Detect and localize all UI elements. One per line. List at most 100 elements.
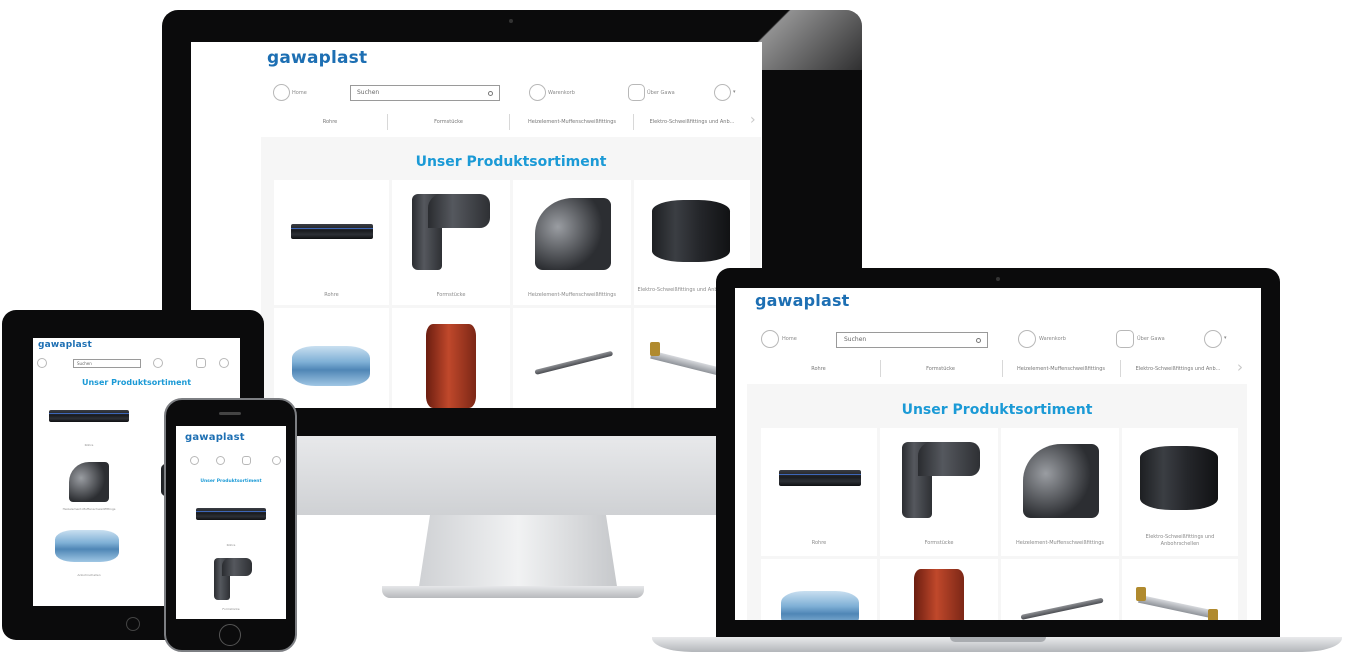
site-logo[interactable]: gawaplast	[38, 340, 92, 350]
category-heizelement[interactable]: Heizelement-Muffenschweißfittings	[513, 119, 631, 125]
product-label: Elektro-Schweißfittings und Anbohrschell…	[1145, 534, 1215, 547]
category-rohre[interactable]: Rohre	[761, 366, 876, 372]
product-image-rod	[1020, 597, 1104, 620]
desktop-screen: gawaplast Home Suchen Warenkorb Über Gaw…	[191, 42, 762, 408]
page-title: Unser Produktsortiment	[81, 378, 192, 387]
site-logo[interactable]: gawaplast	[755, 291, 850, 310]
nav-cart[interactable]: Warenkorb	[548, 90, 575, 96]
product-label: Rohre	[811, 540, 827, 546]
product-card[interactable]: Heizelement-Muffenschweißfittings	[39, 456, 139, 520]
product-card[interactable]	[1122, 559, 1238, 620]
product-label: Heizelement-Muffenschweißfittings	[62, 507, 116, 511]
category-elektro[interactable]: Elektro-Schweißfittings und Anb...	[1123, 366, 1233, 372]
account-icon[interactable]	[1204, 330, 1222, 348]
cart-icon[interactable]	[529, 84, 546, 101]
product-image-pipe	[49, 410, 129, 422]
laptop-notch	[950, 637, 1046, 642]
chevron-right-icon[interactable]: ›	[750, 112, 756, 128]
cart-icon[interactable]	[1018, 330, 1036, 348]
cart-icon[interactable]	[216, 456, 225, 465]
product-image-sleeve	[652, 200, 730, 262]
laptop-screen: gawaplast Home Suchen Warenkorb Über Gaw…	[735, 288, 1261, 620]
account-caret[interactable]: ▾	[1224, 335, 1227, 341]
nav-home[interactable]: Home	[782, 336, 797, 342]
nav-cart[interactable]: Warenkorb	[1039, 336, 1066, 342]
tablet-home-button	[126, 617, 140, 631]
nav-home[interactable]: Home	[292, 90, 307, 96]
category-divider	[1002, 360, 1003, 377]
account-icon[interactable]	[272, 456, 281, 465]
about-icon[interactable]	[242, 456, 251, 465]
product-image-elbow-arm	[918, 442, 980, 476]
search-input[interactable]: Suchen	[350, 85, 500, 101]
page-title: Unser Produktsortiment	[901, 402, 1093, 418]
search-input[interactable]: Suchen	[836, 332, 988, 348]
product-image-red-fitting	[914, 569, 964, 620]
product-card[interactable]: Heizelement-Muffenschweißfittings	[513, 180, 631, 305]
monitor-stand-neck	[418, 515, 618, 593]
product-card[interactable]: Rohre	[39, 394, 139, 454]
product-card[interactable]: Anbohrschellen	[39, 522, 139, 586]
cart-icon[interactable]	[153, 358, 163, 368]
category-elektro[interactable]: Elektro-Schweißfittings und Anb...	[636, 119, 748, 125]
product-label: Heizelement-Muffenschweißfittings	[1015, 540, 1105, 546]
search-input[interactable]: Suchen	[73, 359, 141, 368]
product-card[interactable]: Rohre	[186, 492, 276, 552]
nav-about[interactable]: Über Gawa	[1137, 336, 1165, 342]
chevron-right-icon[interactable]: ›	[1237, 358, 1243, 376]
laptop-camera	[996, 277, 1000, 281]
product-card[interactable]: Formstücke	[392, 180, 510, 305]
about-icon[interactable]	[196, 358, 206, 368]
search-icon[interactable]	[976, 338, 981, 343]
category-divider	[387, 114, 388, 130]
product-image-elbow-arm	[428, 194, 490, 228]
product-label: Formstücke	[924, 540, 954, 546]
product-card[interactable]	[761, 559, 877, 620]
product-label: Rohre	[324, 292, 339, 298]
product-image-fitting	[535, 198, 611, 270]
site-logo[interactable]: gawaplast	[267, 48, 367, 68]
product-image-valve	[1136, 587, 1146, 601]
category-heizelement[interactable]: Heizelement-Muffenschweißfittings	[1004, 366, 1118, 372]
product-image-pipe	[196, 508, 266, 520]
home-icon[interactable]	[273, 84, 290, 101]
account-icon[interactable]	[714, 84, 731, 101]
account-caret[interactable]: ▾	[733, 89, 736, 95]
product-label: Rohre	[84, 443, 94, 447]
product-card[interactable]	[880, 559, 998, 620]
product-image-valve	[650, 342, 660, 356]
product-card[interactable]	[392, 308, 510, 408]
about-icon[interactable]	[628, 84, 645, 101]
product-label: Formstücke	[222, 607, 240, 611]
product-card[interactable]: Formstücke	[880, 428, 998, 556]
about-icon[interactable]	[1116, 330, 1134, 348]
home-icon[interactable]	[37, 358, 47, 368]
product-card[interactable]: Elektro-Schweißfittings und Anbohrschell…	[1122, 428, 1238, 556]
product-image-red-fitting	[426, 324, 476, 408]
home-icon[interactable]	[190, 456, 199, 465]
account-icon[interactable]	[219, 358, 229, 368]
product-card[interactable]	[513, 308, 631, 408]
search-icon[interactable]	[488, 91, 493, 96]
product-image-elbow-arm	[222, 558, 252, 576]
category-divider	[880, 360, 881, 377]
nav-about[interactable]: Über Gawa	[647, 90, 675, 96]
product-card[interactable]	[274, 308, 389, 408]
product-card[interactable]: Heizelement-Muffenschweißfittings	[1001, 428, 1119, 556]
search-placeholder: Suchen	[357, 89, 380, 96]
product-card[interactable]: Formstücke	[186, 554, 276, 616]
category-rohre[interactable]: Rohre	[275, 119, 385, 125]
category-formstuecke[interactable]: Formstücke	[391, 119, 506, 125]
product-card[interactable]: Rohre	[761, 428, 877, 556]
category-formstuecke[interactable]: Formstücke	[883, 366, 998, 372]
monitor-camera	[509, 19, 513, 23]
search-placeholder: Suchen	[844, 336, 867, 343]
product-image-fitting	[69, 462, 109, 502]
product-image-sleeve	[1140, 446, 1218, 510]
monitor-stand-base	[382, 586, 644, 598]
product-card[interactable]	[1001, 559, 1119, 620]
product-image-coupling	[55, 530, 119, 562]
product-card[interactable]: Rohre	[274, 180, 389, 305]
home-icon[interactable]	[761, 330, 779, 348]
site-logo[interactable]: gawaplast	[185, 432, 245, 443]
